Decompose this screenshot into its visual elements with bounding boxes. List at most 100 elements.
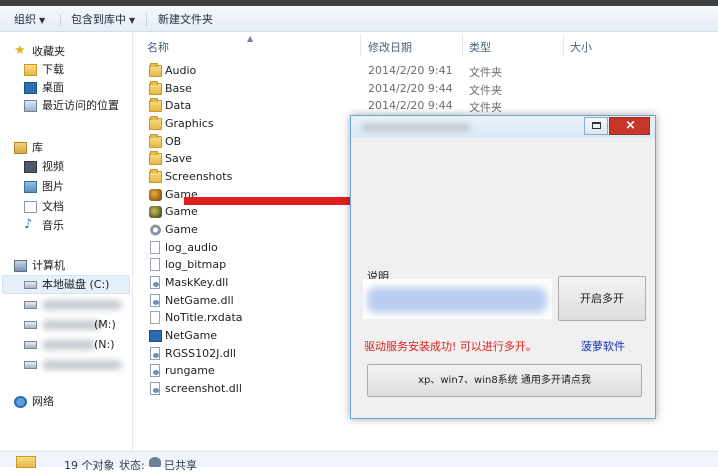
- include-in-library-button[interactable]: 包含到库中 ▼: [71, 12, 135, 27]
- state-label: 状态:: [119, 459, 145, 472]
- text-file-icon: [150, 311, 160, 324]
- column-size-header[interactable]: 大小: [570, 39, 592, 55]
- nav-label: 库: [32, 141, 43, 154]
- nav-label: 音乐: [42, 219, 64, 232]
- redacted-label: [42, 320, 102, 330]
- organize-button[interactable]: 组织 ▼: [14, 12, 45, 27]
- file-name: NetGame: [165, 329, 218, 342]
- file-date: 2014/2/20 9:44: [368, 99, 453, 112]
- nav-label: 本地磁盘 (C:): [42, 278, 110, 291]
- nav-label: (N:): [94, 338, 115, 351]
- app-icon: [149, 330, 162, 342]
- file-name: Base: [165, 82, 192, 95]
- file-name: RGSS102J.dll: [165, 347, 236, 360]
- state-value: 已共享: [164, 459, 197, 472]
- file-name: log_bitmap: [165, 258, 227, 271]
- organize-label: 组织: [14, 13, 36, 26]
- new-folder-button[interactable]: 新建文件夹: [158, 12, 213, 27]
- download-folder-icon: [24, 64, 37, 76]
- column-divider[interactable]: [563, 34, 564, 56]
- column-header-row: ▲ 名称 修改日期 类型 大小: [140, 34, 718, 56]
- folder-icon: [149, 169, 162, 183]
- nav-label: 文档: [42, 200, 64, 213]
- universal-multi-open-button[interactable]: xp、win7、win8系统 通用多开请点我: [367, 364, 642, 397]
- text-file-icon: [150, 241, 160, 254]
- column-divider[interactable]: [462, 34, 463, 56]
- minimize-icon: [592, 122, 601, 129]
- video-icon: [24, 161, 37, 173]
- music-note-icon: ♪: [24, 217, 33, 232]
- toolbar-separator: [146, 14, 147, 26]
- recent-places-icon: [24, 100, 37, 112]
- file-name: log_audio: [165, 241, 218, 254]
- folder-icon: [149, 116, 162, 130]
- folder-icon: [149, 98, 162, 112]
- network-icon: [14, 396, 27, 408]
- library-icon: [14, 142, 27, 154]
- file-name: NetGame.dll: [165, 294, 234, 307]
- file-row[interactable]: Base 2014/2/20 9:44 文件夹: [140, 80, 718, 98]
- description-box: [363, 279, 552, 319]
- chevron-down-icon: ▼: [129, 16, 136, 25]
- hard-drive-icon: [24, 301, 37, 309]
- folder-icon: [149, 134, 162, 148]
- success-message: 驱动服务安装成功! 可以进行多开。: [364, 340, 537, 353]
- vendor-link[interactable]: 菠萝软件: [581, 338, 625, 354]
- dialog-title-bar[interactable]: ×: [351, 116, 655, 138]
- redacted-title: [361, 123, 471, 132]
- nav-label: 视频: [42, 160, 64, 173]
- file-name: Graphics: [165, 117, 214, 130]
- dll-file-icon: [150, 364, 160, 377]
- file-date: 2014/2/20 9:44: [368, 82, 453, 95]
- folder-icon: [149, 63, 162, 77]
- hard-drive-icon: [24, 341, 37, 349]
- column-modified-header[interactable]: 修改日期: [368, 39, 412, 55]
- file-name: Game: [165, 205, 198, 218]
- nav-label: (M:): [94, 318, 116, 331]
- new-folder-label: 新建文件夹: [158, 13, 213, 26]
- nav-label: 网络: [32, 395, 54, 408]
- file-type: 文件夹: [469, 101, 502, 114]
- start-multi-open-button[interactable]: 开启多开: [558, 276, 646, 321]
- file-date: 2014/2/20 9:41: [368, 64, 453, 77]
- multi-open-dialog: × 说明 开启多开 驱动服务安装成功! 可以进行多开。 菠萝软件 xp、win7…: [350, 115, 656, 419]
- include-library-label: 包含到库中: [71, 13, 126, 26]
- dll-file-icon: [150, 294, 160, 307]
- folder-icon: [149, 81, 162, 95]
- game-exe-icon: [149, 206, 162, 218]
- navigation-pane: ★ 收藏夹 下载 桌面 最近访问的位置 库 视频 图片 文档 ♪ 音乐 计算机 …: [0, 32, 133, 451]
- close-button[interactable]: ×: [609, 117, 650, 135]
- column-type-header[interactable]: 类型: [469, 39, 491, 55]
- shared-users-icon: [149, 457, 161, 467]
- nav-label: 收藏夹: [32, 45, 65, 58]
- status-bar: 19 个对象 状态: 已共享: [0, 451, 718, 472]
- nav-label: 最近访问的位置: [42, 99, 119, 112]
- folder-icon: [16, 456, 36, 468]
- column-name-header[interactable]: 名称: [147, 39, 169, 55]
- desktop-icon: [24, 82, 37, 94]
- file-row[interactable]: Data 2014/2/20 9:44 文件夹: [140, 97, 718, 115]
- nav-label: 计算机: [32, 259, 65, 272]
- file-name: NoTitle.rxdata: [165, 311, 243, 324]
- minimize-button[interactable]: [584, 117, 608, 135]
- file-type: 文件夹: [469, 84, 502, 97]
- redacted-description: [367, 287, 547, 313]
- nav-label: 桌面: [42, 81, 64, 94]
- picture-icon: [24, 181, 37, 193]
- file-name: Screenshots: [165, 170, 233, 183]
- file-name: OB: [165, 135, 182, 148]
- file-row[interactable]: Audio 2014/2/20 9:41 文件夹: [140, 62, 718, 80]
- column-divider[interactable]: [360, 34, 361, 56]
- dll-file-icon: [150, 347, 160, 360]
- text-file-icon: [150, 258, 160, 271]
- file-name: rungame: [165, 364, 215, 377]
- file-type: 文件夹: [469, 66, 502, 79]
- file-name: Save: [165, 152, 193, 165]
- settings-file-icon: [149, 224, 162, 236]
- toolbar-separator: [60, 14, 61, 26]
- redacted-label: [42, 360, 122, 370]
- document-icon: [24, 201, 37, 213]
- game-exe-icon: [149, 189, 162, 201]
- computer-icon: [14, 260, 27, 272]
- file-name: MaskKey.dll: [165, 276, 229, 289]
